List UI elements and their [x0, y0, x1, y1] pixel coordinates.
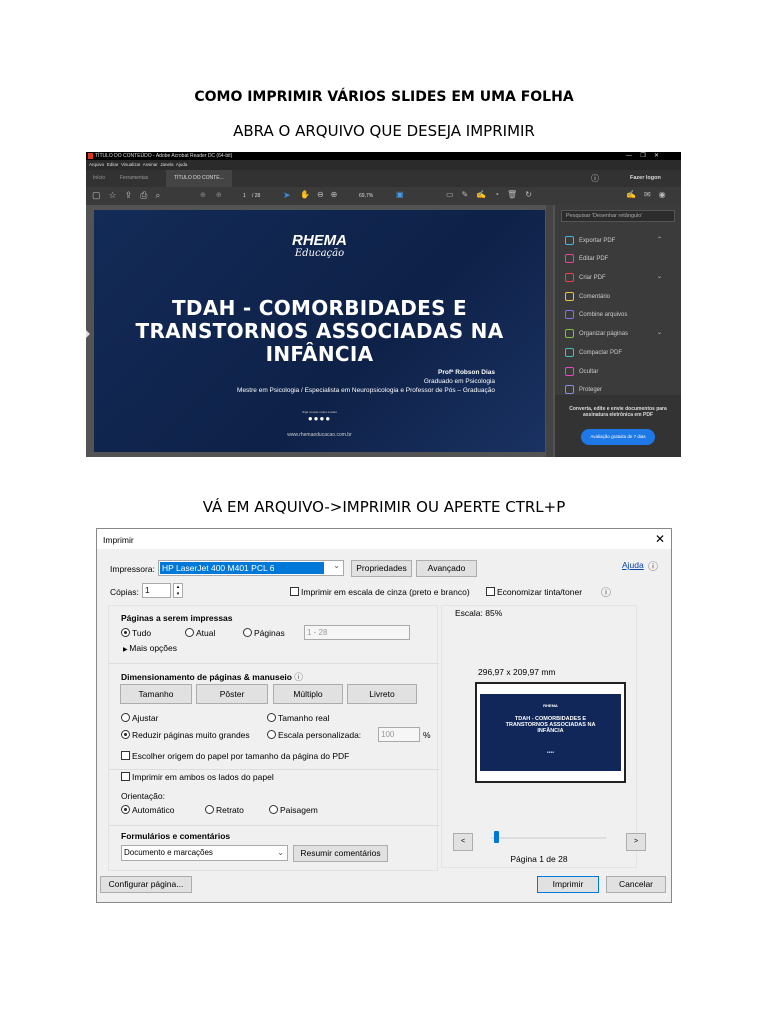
zoom-icons[interactable]: ✋⊖⊕ — [300, 190, 344, 199]
scale-readout: Escala: 85% — [455, 608, 503, 618]
page-slider[interactable] — [491, 837, 606, 839]
tab-size[interactable]: Tamanho — [120, 684, 192, 704]
trial-button[interactable]: Avaliação gratuita de 7 dias — [581, 429, 655, 445]
copies-stepper[interactable]: ▴ ▾ — [173, 583, 183, 598]
slider-thumb[interactable] — [494, 831, 499, 843]
login-button[interactable]: Fazer logon — [630, 175, 661, 181]
forms-title: Formulários e comentários — [121, 831, 231, 841]
radio-all[interactable]: Tudo — [121, 628, 151, 638]
zoom-level[interactable]: 69,7% — [359, 193, 373, 199]
radio-pages[interactable]: Páginas — [243, 628, 285, 638]
heading-2: ABRA O ARQUIVO QUE DESEJA IMPRIMIR — [233, 122, 535, 140]
radio-custom-scale[interactable]: Escala personalizada: — [267, 730, 361, 740]
scrollbar[interactable] — [546, 205, 553, 457]
radio-shrink[interactable]: Reduzir páginas muito grandes — [121, 730, 250, 740]
radio-fit[interactable]: Ajustar — [121, 713, 158, 723]
percent-label: % — [423, 730, 431, 740]
tool-edit-pdf[interactable]: Editar PDF — [565, 254, 608, 263]
tab-multiple[interactable]: Múltiplo — [273, 684, 343, 704]
tab-poster[interactable]: Pôster — [196, 684, 268, 704]
radio-actual-size[interactable]: Tamanho real — [267, 713, 330, 723]
radio-auto[interactable]: Automático — [121, 805, 175, 815]
grayscale-checkbox[interactable]: Imprimir em escala de cinza (preto e bra… — [290, 587, 470, 597]
tool-organize[interactable]: Organizar páginas — [565, 329, 628, 338]
tab-booklet[interactable]: Livreto — [347, 684, 417, 704]
copies-input[interactable]: 1 — [142, 583, 171, 598]
tools-search[interactable]: Pesquisar 'Desenhar retângulo' — [561, 210, 675, 222]
help-icon[interactable]: ⓘ — [648, 558, 658, 573]
printer-label: Impressora: — [110, 564, 155, 574]
copies-label: Cópias: — [110, 587, 139, 597]
properties-button[interactable]: Propriedades — [351, 560, 412, 577]
window-title: TÍTULO DO CONTEÚDO - Adobe Acrobat Reade… — [95, 153, 233, 159]
prev-page-button[interactable]: < — [453, 833, 473, 851]
chevron-down-icon: ⌄ — [333, 561, 340, 570]
tab-tools[interactable]: Ferramentas — [120, 175, 148, 181]
dialog-title: Imprimir — [103, 535, 134, 545]
annotation-icons[interactable]: ▭✎✍◔🗑↻ — [446, 190, 540, 199]
tool-compress[interactable]: Compactar PDF — [565, 348, 622, 357]
summarize-comments-button[interactable]: Resumir comentários — [293, 845, 388, 862]
sizing-title: Dimensionamento de páginas & manuseio ⓘ — [121, 672, 303, 682]
radio-current[interactable]: Atual — [185, 628, 215, 638]
orientation-label: Orientação: — [121, 791, 165, 801]
print-dialog: Imprimir ✕ Impressora: HP LaserJet 400 M… — [96, 528, 672, 903]
printer-select[interactable]: HP LaserJet 400 M401 PCL 6 ⌄ — [158, 560, 344, 576]
pages-range-input[interactable]: 1 - 28 — [304, 625, 410, 640]
select-icon[interactable]: ➤ — [283, 190, 291, 201]
print-preview: RHEMA TDAH - COMORBIDADES E TRANSTORNOS A… — [475, 682, 626, 783]
tool-redact[interactable]: Ocultar — [565, 367, 598, 376]
help-icon[interactable]: ⓘ — [591, 173, 599, 184]
advanced-button[interactable]: Avançado — [416, 560, 477, 577]
more-options-toggle[interactable]: ▶ Mais opções — [123, 643, 177, 653]
toolbar-icons[interactable]: ▢☆⇪⎙⌕ — [92, 190, 168, 201]
radio-portrait[interactable]: Retrato — [205, 805, 244, 815]
tab-document[interactable]: TÍTULO DO CONTE... — [174, 175, 224, 181]
tool-comment[interactable]: Comentário — [565, 292, 610, 301]
acrobat-screenshot: TÍTULO DO CONTEÚDO - Adobe Acrobat Reade… — [86, 152, 681, 457]
slide-page: RHEMA Educação TDAH - COMORBIDADES E TRA… — [94, 210, 545, 452]
page-total: / 28 — [252, 193, 261, 199]
promo-text: Converta, edite e envie documentos para … — [569, 406, 667, 418]
paper-source-checkbox[interactable]: Escolher origem do papel por tamanho da … — [121, 751, 349, 761]
page-number[interactable]: 1 — [243, 193, 246, 199]
close-icon[interactable]: ✕ — [655, 532, 665, 546]
forms-select[interactable]: Documento e marcações ⌄ — [121, 845, 288, 861]
tab-home[interactable]: Início — [93, 175, 105, 181]
duplex-checkbox[interactable]: Imprimir em ambos os lados do papel — [121, 772, 274, 782]
page-setup-button[interactable]: Configurar página... — [100, 876, 192, 893]
tool-create-pdf[interactable]: Criar PDF — [565, 273, 606, 282]
tool-export-pdf[interactable]: Exportar PDF — [565, 236, 615, 245]
social-icons: ●●●● — [307, 414, 332, 423]
tools-panel: Pesquisar 'Desenhar retângulo' Exportar … — [555, 205, 681, 457]
page-indicator: Página 1 de 28 — [510, 854, 568, 864]
next-page-button[interactable]: > — [626, 833, 646, 851]
toolbar — [86, 187, 681, 205]
tool-protect[interactable]: Proteger — [565, 385, 602, 394]
heading-1: COMO IMPRIMIR VÁRIOS SLIDES EM UMA FOLHA — [194, 89, 574, 105]
tool-combine[interactable]: Combine arquivos — [565, 310, 627, 319]
info-icon: ⓘ — [601, 588, 611, 599]
heading-3: VÁ EM ARQUIVO->IMPRIMIR OU APERTE CTRL+P — [202, 498, 566, 516]
menu-bar[interactable]: Arquivo Editar Visualizar Assinar Janela… — [89, 162, 187, 167]
pages-title: Páginas a serem impressas — [121, 613, 233, 623]
custom-scale-input[interactable]: 100 — [378, 727, 420, 742]
help-link[interactable]: Ajuda — [622, 560, 644, 570]
print-button[interactable]: Imprimir — [537, 876, 599, 893]
cancel-button[interactable]: Cancelar — [606, 876, 666, 893]
save-ink-checkbox[interactable]: Economizar tinta/toner — [486, 587, 582, 597]
page-dimensions: 296,97 x 209,97 mm — [478, 667, 556, 677]
radio-landscape[interactable]: Paisagem — [269, 805, 318, 815]
